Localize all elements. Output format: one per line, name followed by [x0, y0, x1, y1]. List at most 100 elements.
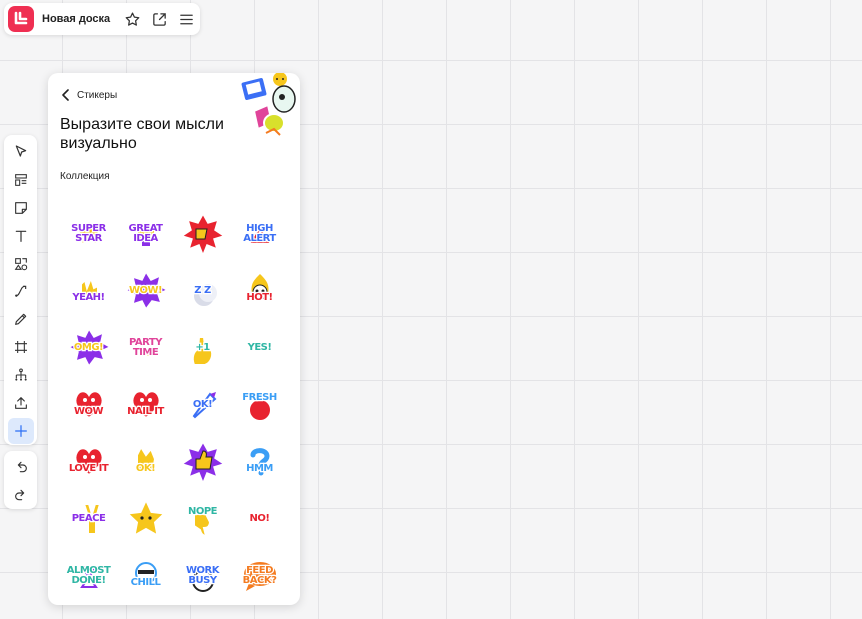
tool-add[interactable] — [7, 418, 34, 444]
sticker-fresh[interactable]: FRESH — [231, 376, 288, 433]
tool-mindmap[interactable] — [8, 362, 34, 388]
app-logo[interactable] — [8, 6, 34, 32]
favorite-button[interactable] — [122, 9, 142, 29]
sticker-wow-burst[interactable]: WOW! — [117, 262, 174, 319]
sticker-text: NO! — [248, 512, 271, 525]
sticker-text: TIME — [132, 346, 160, 359]
sticker-text: OMG! — [73, 341, 105, 354]
board-header: Новая доска — [4, 3, 200, 35]
sticker-omg[interactable]: OMG! — [60, 319, 117, 376]
sticker-text — [231, 403, 288, 417]
sticker-love-it[interactable]: LOVE IT — [60, 433, 117, 490]
pen-icon — [14, 314, 26, 326]
sticker-sleepy-zzz[interactable]: Z Z — [174, 262, 231, 319]
tool-templates[interactable] — [8, 167, 34, 193]
undo-icon — [17, 461, 27, 473]
connector-icon — [14, 286, 26, 298]
menu-button[interactable] — [176, 9, 196, 29]
redo-button[interactable] — [8, 482, 34, 508]
history-controls — [4, 451, 37, 509]
sticker-ok-rocket[interactable]: OK! — [174, 376, 231, 433]
star-icon — [125, 11, 140, 26]
sticker-plus-one[interactable]: +1 — [174, 319, 231, 376]
sticker-grid: SUPER STAR GREAT IDEA HIGH ALERT YEAH! WOW! Z Z H… — [60, 205, 292, 604]
back-label: Стикеры — [77, 89, 118, 101]
tool-palette — [4, 135, 37, 445]
sticker-text: NOPE — [187, 505, 219, 518]
tool-connector[interactable] — [8, 279, 34, 305]
tool-upload[interactable] — [8, 390, 34, 416]
sticker-yes[interactable]: YES! — [231, 319, 288, 376]
collection-label: Коллекция — [60, 171, 110, 182]
sticker-yeah[interactable]: YEAH! — [60, 262, 117, 319]
sticker-great-idea[interactable]: GREAT IDEA — [117, 205, 174, 262]
plus-icon — [14, 425, 27, 437]
sticker-almost-done[interactable]: ALMOST DONE! — [60, 547, 117, 604]
logo-icon — [14, 11, 28, 25]
sticker-nail-it[interactable]: NAIL IT — [117, 376, 174, 433]
sticker-text: YEAH! — [71, 291, 106, 304]
sticker-art — [124, 497, 167, 537]
sticker-chill[interactable]: CHILL — [117, 547, 174, 604]
sticker-star[interactable] — [117, 490, 174, 547]
sticker-nope[interactable]: NOPE — [174, 490, 231, 547]
sticker-work-busy[interactable]: WORK BUSY — [174, 547, 231, 604]
sticker-ok-hand[interactable]: OK! — [117, 433, 174, 490]
sticker-text: WOW! — [128, 284, 164, 297]
sticker-thumbs-up-burst[interactable] — [174, 433, 231, 490]
sticker-text: HOT! — [245, 291, 274, 304]
board-title[interactable]: Новая доска — [42, 13, 110, 25]
sticker-super-star[interactable]: SUPER STAR — [60, 205, 117, 262]
share-icon — [152, 12, 166, 26]
sticker-text — [174, 517, 231, 531]
sticker-text: BACK? — [241, 574, 278, 587]
mindmap-icon — [14, 368, 27, 381]
upload-icon — [14, 397, 27, 410]
sticker-hmm[interactable]: HMM — [231, 433, 288, 490]
sticky-note-icon — [14, 201, 27, 214]
shapes-icon — [14, 257, 27, 270]
tool-text[interactable] — [8, 223, 34, 249]
sticker-art — [179, 439, 226, 485]
frame-icon — [14, 341, 27, 354]
sticker-wow-heart[interactable]: WOW — [60, 376, 117, 433]
sticker-text: HMM — [245, 462, 275, 475]
sticker-text: FRESH — [241, 391, 278, 404]
sticker-text — [60, 393, 117, 407]
tool-sticky-note[interactable] — [8, 195, 34, 221]
sticker-text: +1 — [194, 341, 211, 354]
tool-shapes[interactable] — [8, 251, 34, 277]
chevron-left-icon — [62, 89, 69, 101]
sticker-feedback[interactable]: FEED BACK? — [231, 547, 288, 604]
sticker-high-alert[interactable]: HIGH ALERT — [231, 205, 288, 262]
sticker-text: Z Z — [193, 284, 212, 297]
sticker-no[interactable]: NO! — [231, 490, 288, 547]
tool-pen[interactable] — [8, 306, 34, 332]
undo-button[interactable] — [8, 454, 34, 480]
sticker-text — [117, 564, 174, 578]
sticker-text: ALERT — [242, 232, 278, 245]
sticker-text: NAIL IT — [126, 405, 166, 418]
back-button[interactable]: Стикеры — [61, 89, 117, 101]
sticker-text: DONE! — [70, 574, 107, 587]
sticker-text: PEACE — [70, 512, 107, 525]
templates-icon — [14, 173, 27, 186]
cursor-icon — [15, 145, 26, 157]
sticker-peace[interactable]: PEACE — [60, 490, 117, 547]
menu-icon — [179, 14, 193, 24]
sticker-art — [179, 211, 226, 257]
sticker-text: WOW — [73, 405, 105, 418]
sticker-thumbs-down-burst[interactable] — [174, 205, 231, 262]
sticker-text — [60, 450, 117, 464]
tool-select[interactable] — [8, 139, 34, 165]
sticker-party-time[interactable]: PARTY TIME — [117, 319, 174, 376]
sticker-text — [231, 279, 288, 293]
tool-frame[interactable] — [8, 334, 34, 360]
sticker-text: STAR — [74, 232, 104, 245]
sticker-text — [117, 393, 174, 407]
text-icon — [15, 230, 26, 242]
sticker-hot[interactable]: HOT! — [231, 262, 288, 319]
sticker-text — [60, 279, 117, 293]
sticker-text: CHILL — [129, 576, 162, 589]
share-button[interactable] — [149, 9, 169, 29]
